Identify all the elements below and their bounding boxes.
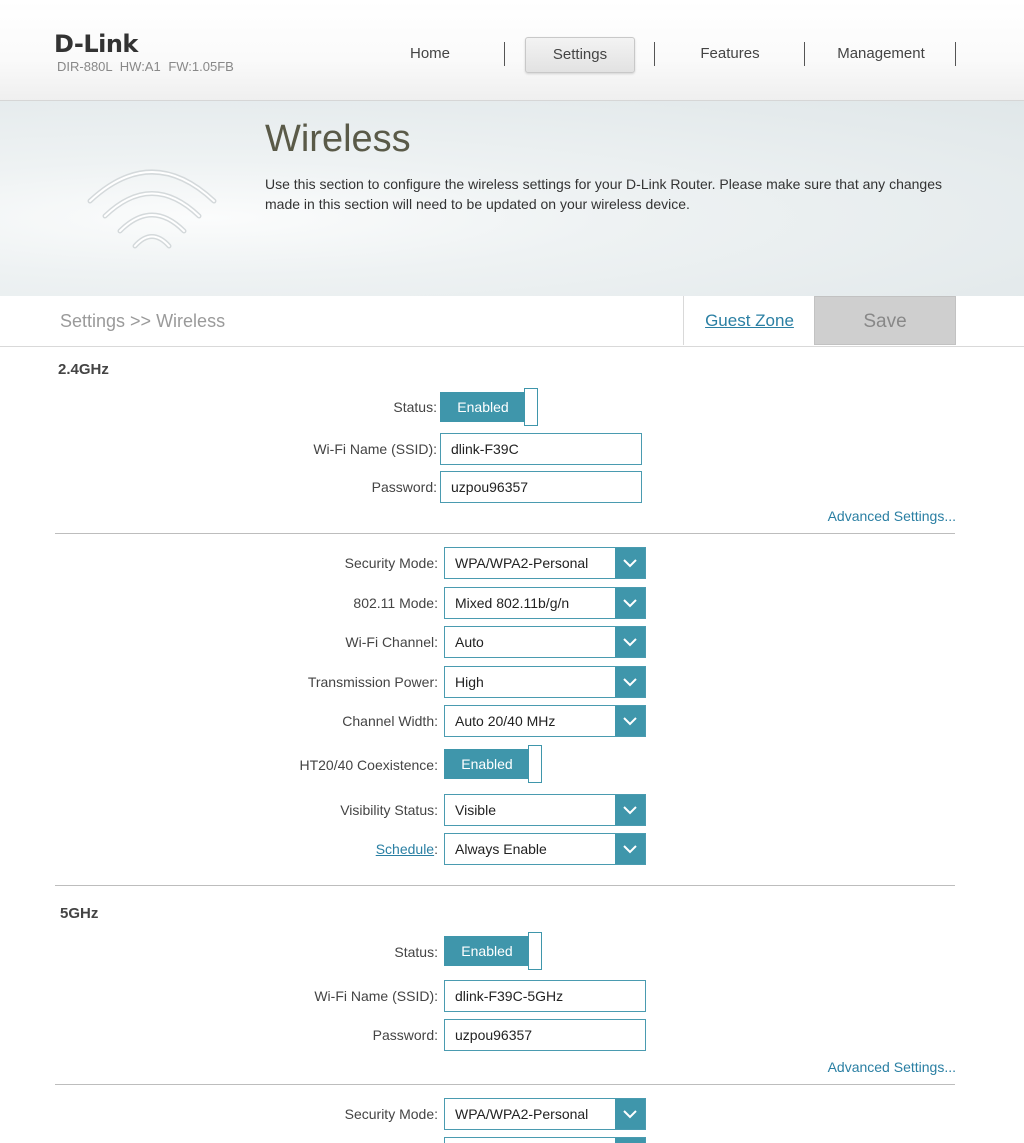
toggle-label: Enabled <box>440 392 526 422</box>
chevron-down-icon <box>615 795 645 825</box>
nav-settings[interactable]: Settings <box>525 37 635 73</box>
transmission-power-select[interactable]: High <box>444 666 646 698</box>
ssid-label: Wi-Fi Name (SSID): <box>314 988 438 1004</box>
divider <box>55 533 955 534</box>
nav-home[interactable]: Home <box>390 37 470 71</box>
select-value: Mixed 802.11b/g/n <box>455 595 570 611</box>
select-value: Always Enable <box>455 841 547 857</box>
toggle-knob <box>528 745 542 783</box>
ssid-label: Wi-Fi Name (SSID): <box>313 441 437 457</box>
chevron-down-icon <box>615 588 645 618</box>
nav-management[interactable]: Management <box>830 37 932 71</box>
wifi-channel-label: Wi-Fi Channel: <box>345 634 438 650</box>
toggle-knob <box>524 388 538 426</box>
nav-separator <box>654 42 655 66</box>
toggle-label: Enabled <box>444 749 530 779</box>
select-value: High <box>455 674 484 690</box>
visibility-select[interactable]: Visible <box>444 794 646 826</box>
select-value: Auto <box>455 634 484 650</box>
80211-mode-label: 802.11 Mode: <box>353 595 438 611</box>
save-button[interactable]: Save <box>814 296 956 345</box>
security-mode-row-5ghz: Security Mode: WPA/WPA2-Personal <box>0 1098 1024 1130</box>
password-label: Password: <box>372 1027 438 1043</box>
security-mode-select-5ghz[interactable]: WPA/WPA2-Personal <box>444 1098 646 1130</box>
channel-width-row: Channel Width: Auto 20/40 MHz <box>0 705 1024 737</box>
nav-features[interactable]: Features <box>680 37 780 71</box>
password-label: Password: <box>371 479 437 495</box>
chevron-down-icon <box>615 1138 645 1143</box>
toggle-knob <box>528 932 542 970</box>
security-mode-row: Security Mode: WPA/WPA2-Personal <box>0 547 1024 579</box>
chevron-down-icon <box>615 706 645 736</box>
schedule-row: Schedule: Always Enable <box>0 833 1024 865</box>
status-label: Status: <box>394 944 438 960</box>
schedule-label: Schedule: <box>376 833 438 865</box>
advanced-settings-link[interactable]: Advanced Settings... <box>828 508 956 524</box>
page-banner: Wireless Use this section to configure t… <box>0 101 1024 297</box>
chevron-down-icon <box>615 627 645 657</box>
chevron-down-icon <box>615 548 645 578</box>
divider <box>55 885 955 886</box>
ht-coexistence-row: HT20/40 Coexistence: Enabled <box>0 745 1024 783</box>
channel-width-label: Channel Width: <box>342 713 438 729</box>
status-label: Status: <box>393 399 437 415</box>
wifi-channel-row: Wi-Fi Channel: Auto <box>0 626 1024 658</box>
divider <box>55 1084 955 1085</box>
security-mode-select[interactable]: WPA/WPA2-Personal <box>444 547 646 579</box>
status-row: Status: Enabled <box>0 388 1024 426</box>
breadcrumb: Settings >> Wireless <box>60 311 226 331</box>
ssid-input[interactable] <box>440 433 642 465</box>
wifi-channel-select[interactable]: Auto <box>444 626 646 658</box>
guest-zone-button[interactable]: Guest Zone <box>683 296 815 345</box>
visibility-label: Visibility Status: <box>340 802 438 818</box>
80211-mode-select-5ghz[interactable] <box>444 1137 646 1143</box>
select-value: WPA/WPA2-Personal <box>455 1106 589 1122</box>
ht-coexistence-label: HT20/40 Coexistence: <box>299 757 438 773</box>
nav-separator <box>504 42 505 66</box>
schedule-link[interactable]: Schedule <box>376 841 434 857</box>
schedule-select[interactable]: Always Enable <box>444 833 646 865</box>
wifi-icon <box>87 169 217 249</box>
security-mode-label: Security Mode: <box>344 1106 438 1122</box>
password-row: Password: <box>0 471 1024 503</box>
transmission-power-row: Transmission Power: High <box>0 666 1024 698</box>
status-row-5ghz: Status: Enabled <box>0 932 1024 970</box>
security-mode-label: Security Mode: <box>344 555 438 571</box>
select-value: Auto 20/40 MHz <box>455 713 556 729</box>
chevron-down-icon <box>615 667 645 697</box>
section-title-5ghz: 5GHz <box>60 905 99 922</box>
ssid-row-5ghz: Wi-Fi Name (SSID): <box>0 980 1024 1012</box>
chevron-down-icon <box>615 1099 645 1129</box>
80211-mode-row-5ghz <box>0 1137 1024 1143</box>
breadcrumb-bar: Settings >> Wireless Guest Zone Save <box>0 296 1024 347</box>
section-title-2-4ghz: 2.4GHz <box>58 361 109 378</box>
select-value: WPA/WPA2-Personal <box>455 555 589 571</box>
dlink-logo: D-Link <box>54 30 138 58</box>
ssid-row: Wi-Fi Name (SSID): <box>0 433 1024 465</box>
channel-width-select[interactable]: Auto 20/40 MHz <box>444 705 646 737</box>
80211-mode-select[interactable]: Mixed 802.11b/g/n <box>444 587 646 619</box>
nav-separator <box>955 42 956 66</box>
password-row-5ghz: Password: <box>0 1019 1024 1051</box>
toggle-label: Enabled <box>444 936 530 966</box>
page-title: Wireless <box>265 118 411 160</box>
model-info: DIR-880L HW:A1 FW:1.05FB <box>57 59 234 74</box>
advanced-settings-link-5ghz[interactable]: Advanced Settings... <box>828 1059 956 1075</box>
80211-mode-row: 802.11 Mode: Mixed 802.11b/g/n <box>0 587 1024 619</box>
schedule-colon: : <box>434 841 438 857</box>
select-value: Visible <box>455 802 496 818</box>
visibility-row: Visibility Status: Visible <box>0 794 1024 826</box>
password-input-5ghz[interactable] <box>444 1019 646 1051</box>
chevron-down-icon <box>615 834 645 864</box>
transmission-power-label: Transmission Power: <box>307 674 438 690</box>
ssid-input-5ghz[interactable] <box>444 980 646 1012</box>
page-description: Use this section to configure the wirele… <box>265 176 943 212</box>
password-input[interactable] <box>440 471 642 503</box>
nav-separator <box>804 42 805 66</box>
top-header: D-Link DIR-880L HW:A1 FW:1.05FB Home Set… <box>0 0 1024 101</box>
